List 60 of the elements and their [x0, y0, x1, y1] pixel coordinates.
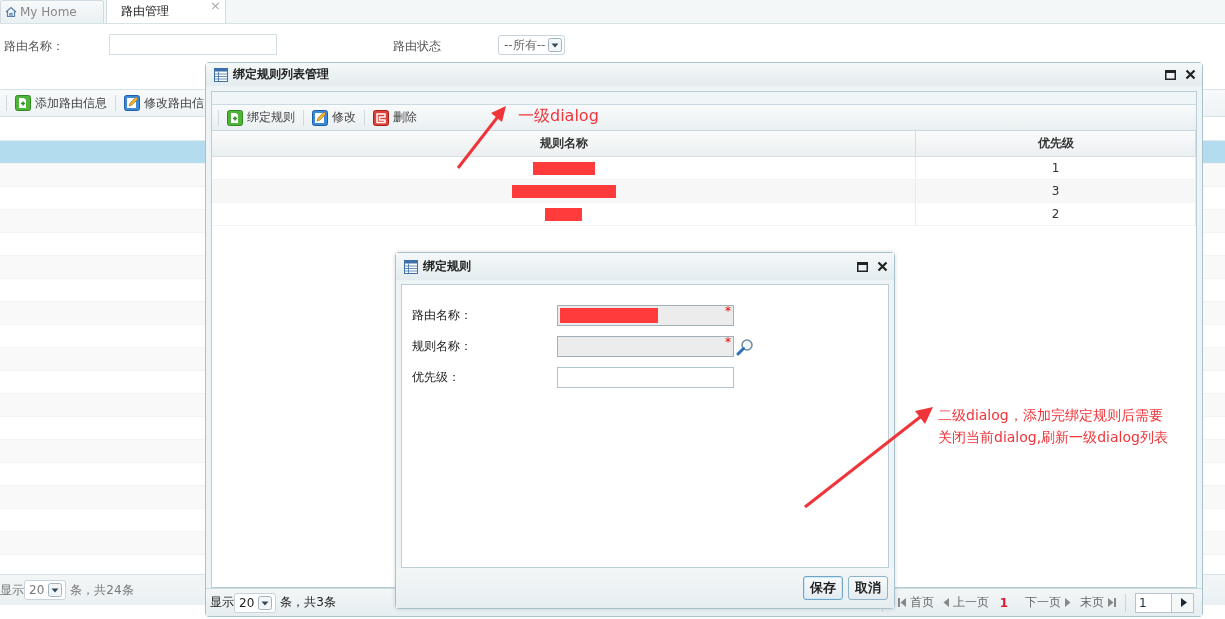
record-count: 条，共24条	[70, 581, 134, 599]
column-header[interactable]: 规则名称	[212, 131, 916, 157]
required-mark: *	[725, 304, 731, 318]
page-size-label: 显示	[0, 581, 24, 599]
add-button[interactable]: 绑定规则	[223, 106, 299, 129]
table-cell: 2	[915, 202, 1196, 226]
table-cell: 3	[915, 179, 1196, 203]
page-size-dropdown[interactable]: 20	[234, 592, 277, 613]
record-count: 条，共3条	[280, 594, 336, 611]
next-icon	[1064, 597, 1071, 608]
annotation-text: 一级dialog	[518, 105, 599, 127]
annotation-text: 二级dialog，添加完绑定规则后需要 关闭当前dialog,刷新一级dialog列表	[938, 406, 1168, 447]
home-icon	[5, 6, 17, 18]
next-page-button[interactable]: 下一页	[1025, 594, 1071, 611]
last-page-icon	[1107, 597, 1116, 608]
delete-icon	[373, 109, 389, 126]
input-field[interactable]: *	[557, 336, 734, 357]
close-icon[interactable]	[1185, 69, 1196, 80]
save-button[interactable]: 保存	[803, 576, 843, 600]
input-field[interactable]	[557, 367, 734, 388]
edit-icon	[312, 109, 328, 126]
route-name-field[interactable]	[109, 34, 277, 55]
tab[interactable]: 路由管理 ×	[106, 0, 226, 23]
cancel-button[interactable]: 取消	[848, 576, 888, 600]
add-button[interactable]: 添加路由信息	[11, 92, 111, 114]
status-dropdown[interactable]: --所有--	[498, 35, 566, 55]
go-icon[interactable]	[1180, 597, 1188, 608]
previous-icon	[942, 597, 950, 608]
field-label: 优先级：	[412, 369, 461, 386]
required-mark: *	[725, 335, 731, 349]
close-icon[interactable]	[877, 261, 888, 272]
dialog-title-bar[interactable]: 绑定规则列表管理	[206, 63, 1202, 86]
dialog-title-bar[interactable]: 绑定规则	[396, 253, 894, 280]
dialog-title: 绑定规则列表管理	[233, 66, 329, 83]
page-number-field[interactable]: 1	[1135, 592, 1194, 613]
last-page-button[interactable]: 末页	[1080, 594, 1116, 611]
add-icon	[227, 109, 243, 126]
field-label: 路由名称：	[412, 307, 473, 324]
maximize-icon[interactable]	[857, 261, 868, 272]
input-field[interactable]: *	[557, 305, 734, 326]
previous-page-button[interactable]: 上一页	[942, 594, 989, 611]
current-page: 1	[999, 595, 1008, 610]
field-label: 路由状态	[393, 38, 441, 55]
page-size-label: 显示	[210, 594, 234, 611]
search-icon[interactable]	[736, 337, 754, 356]
table-icon	[214, 67, 228, 82]
edit-button[interactable]: 修改	[308, 106, 360, 129]
add-icon	[15, 95, 31, 111]
table-icon	[404, 259, 418, 274]
table-cell: 1	[915, 156, 1196, 180]
dialog-title: 绑定规则	[423, 258, 471, 275]
edit-icon	[124, 95, 140, 111]
first-page-icon	[897, 597, 907, 608]
page-size-dropdown[interactable]: 20	[24, 580, 67, 600]
first-page-button[interactable]: 首页	[897, 594, 934, 611]
maximize-icon[interactable]	[1165, 69, 1176, 80]
field-label: 规则名称：	[412, 338, 473, 355]
delete-button[interactable]: 删除	[369, 106, 421, 129]
column-header[interactable]: 优先级	[915, 131, 1196, 157]
field-label: 路由名称：	[4, 38, 64, 55]
